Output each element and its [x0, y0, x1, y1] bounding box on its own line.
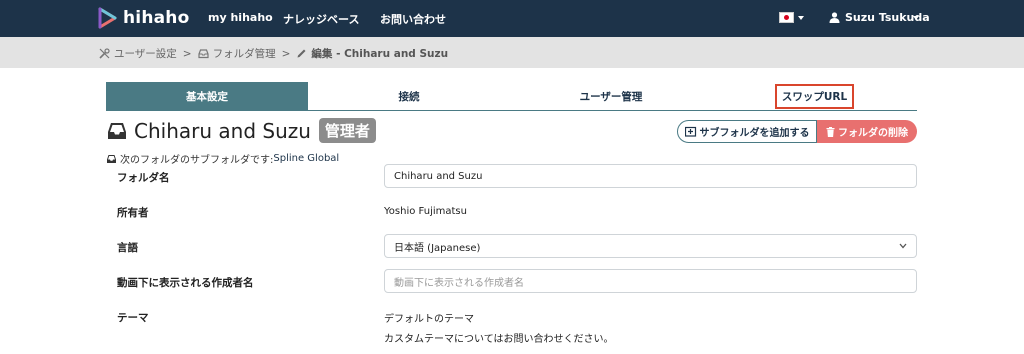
inbox-icon	[107, 154, 116, 163]
language-label: 言語	[117, 242, 138, 254]
tab-user-management[interactable]: ユーザー管理	[510, 82, 712, 110]
breadcrumb-separator: >	[182, 47, 192, 60]
author-name-placeholder: 動画下に表示される作成者名	[394, 277, 524, 289]
tools-icon	[99, 48, 110, 59]
play-logo-icon	[98, 7, 117, 29]
pencil-icon	[297, 49, 306, 58]
admin-badge: 管理者	[318, 118, 376, 143]
hihaho-logo[interactable]: hihaho	[97, 7, 190, 29]
parent-folder-link[interactable]: Spline Global	[273, 153, 339, 164]
delete-folder-label: フォルダの削除	[838, 128, 908, 139]
chevron-down-icon	[899, 243, 907, 249]
breadcrumb-bar: ユーザー設定 > フォルダ管理 > 編集 - Chiharu and Suzu	[0, 37, 1024, 68]
author-name-label: 動画下に表示される作成者名	[117, 277, 254, 289]
inbox-icon	[108, 122, 126, 139]
user-icon	[829, 12, 840, 23]
folder-name-input[interactable]: Chiharu and Suzu	[384, 164, 917, 188]
language-value: 日本語 (Japanese)	[394, 242, 481, 254]
breadcrumb-current: 編集 - Chiharu and Suzu	[311, 48, 449, 60]
add-subfolder-label: サブフォルダを追加する	[699, 128, 810, 139]
user-caret-icon[interactable]	[913, 16, 919, 20]
top-navbar: hihaho my hihaho ナレッジベース お問い合わせ Suzu Tsu…	[0, 0, 1024, 37]
settings-tabs: 基本設定 接続 ユーザー管理 スワップURL	[106, 82, 917, 111]
language-caret-icon[interactable]	[798, 16, 804, 20]
owner-label: 所有者	[117, 207, 149, 219]
language-select[interactable]: 日本語 (Japanese)	[384, 234, 917, 258]
tab-connections[interactable]: 接続	[308, 82, 510, 110]
subfolder-note: 次のフォルダのサブフォルダです: Spline Global	[106, 151, 339, 166]
subfolder-prefix: 次のフォルダのサブフォルダです:	[120, 155, 274, 166]
delete-folder-button[interactable]: フォルダの削除	[817, 120, 917, 143]
folder-name-label: フォルダ名	[117, 172, 170, 184]
folder-heading: Chiharu and Suzu 管理者	[106, 118, 376, 143]
breadcrumb-separator: >	[281, 47, 291, 60]
theme-label: テーマ	[117, 312, 149, 324]
inbox-icon	[198, 49, 209, 59]
logo-text: hihaho	[123, 8, 190, 28]
theme-note: カスタムテーマについてはお問い合わせください。	[384, 334, 614, 345]
japan-flag-icon[interactable]	[779, 12, 794, 23]
tab-swap-url[interactable]: スワップURL	[712, 82, 917, 110]
folder-plus-icon	[684, 126, 696, 137]
nav-knowledge-base[interactable]: ナレッジベース	[283, 11, 359, 27]
page-title: Chiharu and Suzu	[134, 118, 311, 143]
nav-contact[interactable]: お問い合わせ	[380, 11, 446, 27]
breadcrumb-folder-management[interactable]: フォルダ管理	[213, 46, 276, 61]
folder-name-value: Chiharu and Suzu	[394, 170, 483, 182]
trash-icon	[826, 126, 835, 137]
swap-url-label: スワップURL	[774, 83, 855, 109]
breadcrumb: ユーザー設定 > フォルダ管理 > 編集 - Chiharu and Suzu	[99, 46, 448, 61]
nav-my-hihaho[interactable]: my hihaho	[208, 11, 273, 24]
author-name-input[interactable]: 動画下に表示される作成者名	[384, 269, 917, 293]
breadcrumb-user-settings[interactable]: ユーザー設定	[114, 46, 177, 61]
owner-value: Yoshio Fujimatsu	[384, 206, 467, 217]
tab-basic-settings[interactable]: 基本設定	[106, 82, 308, 110]
theme-value: デフォルトのテーマ	[384, 314, 474, 325]
add-subfolder-button[interactable]: サブフォルダを追加する	[677, 120, 817, 143]
